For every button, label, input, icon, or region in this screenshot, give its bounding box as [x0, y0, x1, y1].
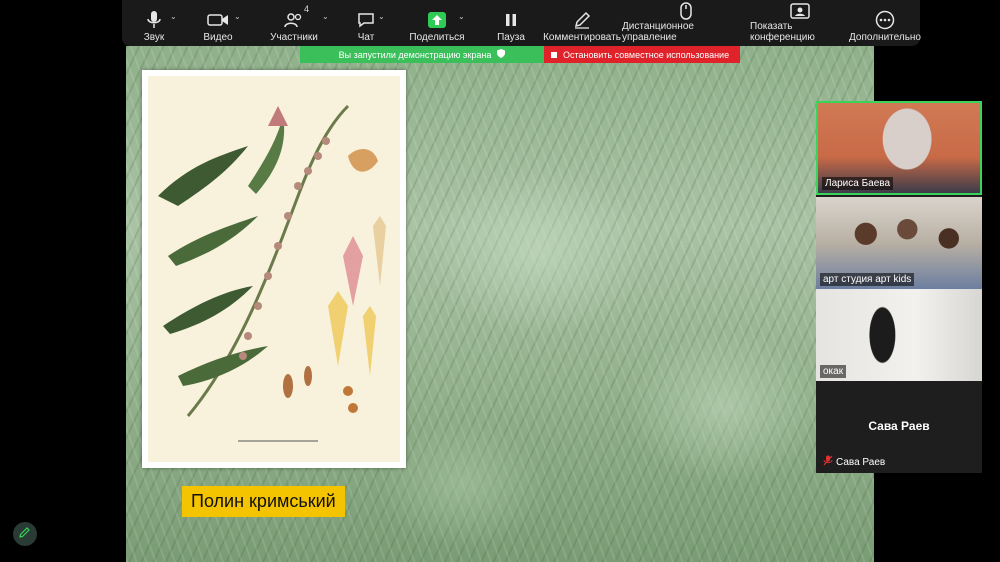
toolbar-label: Поделиться [409, 32, 465, 43]
share-screen-button[interactable]: ⌄ Поделиться [394, 0, 480, 46]
stop-share-button[interactable]: Остановить совместное использование [544, 46, 740, 63]
toolbar-label: Чат [357, 32, 375, 43]
toolbar-label: Показать конференцию [750, 21, 815, 43]
participant-name: Сава Раев [836, 456, 886, 468]
participant-tile[interactable]: Сава Раев Сава Раев [816, 381, 982, 473]
participant-name: арт студия арт kids [820, 273, 915, 286]
floating-annotate-button[interactable] [13, 522, 37, 546]
participant-tile[interactable]: арт студия арт kids [816, 197, 982, 289]
chevron-down-icon[interactable]: ⌄ [170, 12, 177, 21]
pause-icon [505, 8, 517, 32]
pencil-icon [19, 525, 31, 543]
show-meeting-button[interactable]: Показать конференцию [750, 0, 850, 46]
toolbar-label: Комментировать [543, 32, 621, 43]
chat-button[interactable]: ⌄ Чат [338, 0, 394, 46]
meeting-toolbar: ⌄ Звук ⌄ Видео 4 ⌄ Участники ⌄ Чат ⌄ Под… [122, 0, 921, 46]
slide-caption: Полин кримський [182, 486, 345, 517]
participant-display-name: Сава Раев [868, 419, 930, 433]
artemisia-drawing [158, 104, 386, 442]
participant-tile[interactable]: Лариса Баева [816, 101, 982, 195]
audio-button[interactable]: ⌄ Звук [122, 0, 186, 46]
annotate-pen-icon [573, 8, 591, 32]
shared-screen: Полин кримський [126, 46, 874, 562]
toolbar-label: Пауза [497, 32, 525, 43]
sharing-status-text: Вы запустили демонстрацию экрана [338, 49, 492, 60]
participant-name: окак [820, 365, 847, 378]
shield-icon [497, 49, 506, 60]
show-meeting-icon [790, 0, 810, 21]
participant-name: Лариса Баева [822, 177, 894, 190]
video-camera-icon [207, 8, 229, 32]
chevron-down-icon[interactable]: ⌄ [458, 12, 465, 21]
toolbar-label: Дистанционное управление [622, 21, 694, 43]
muted-microphone-icon [823, 455, 833, 469]
more-button[interactable]: Дополнительно [849, 0, 921, 46]
chevron-down-icon[interactable]: ⌄ [322, 12, 329, 21]
botanical-illustration [142, 70, 406, 468]
more-icon [875, 8, 895, 32]
toolbar-label: Видео [203, 32, 233, 43]
participants-count: 4 [304, 4, 310, 14]
video-button[interactable]: ⌄ Видео [186, 0, 250, 46]
chat-icon [357, 8, 375, 32]
chevron-down-icon[interactable]: ⌄ [378, 12, 385, 21]
remote-control-button[interactable]: Дистанционное управление [622, 0, 750, 46]
participant-name-label: Сава Раев [820, 454, 888, 470]
participants-icon [284, 8, 304, 32]
toolbar-label: Дополнительно [849, 32, 921, 43]
participant-tile[interactable]: окак [816, 289, 982, 381]
toolbar-label: Звук [143, 32, 165, 43]
stop-square-icon [551, 51, 557, 58]
participants-button[interactable]: 4 ⌄ Участники [250, 0, 338, 46]
pause-share-button[interactable]: Пауза [480, 0, 542, 46]
video-panel: Лариса Баева арт студия арт kids окак Са… [816, 101, 982, 473]
stop-share-label: Остановить совместное использование [563, 49, 730, 60]
sharing-status-banner: Вы запустили демонстрацию экрана [300, 46, 544, 63]
toolbar-label: Участники [270, 32, 318, 43]
microphone-icon [147, 8, 161, 32]
mouse-icon [680, 0, 692, 21]
share-screen-icon [428, 8, 446, 32]
chevron-down-icon[interactable]: ⌄ [234, 12, 241, 21]
annotate-button[interactable]: Комментировать [542, 0, 622, 46]
